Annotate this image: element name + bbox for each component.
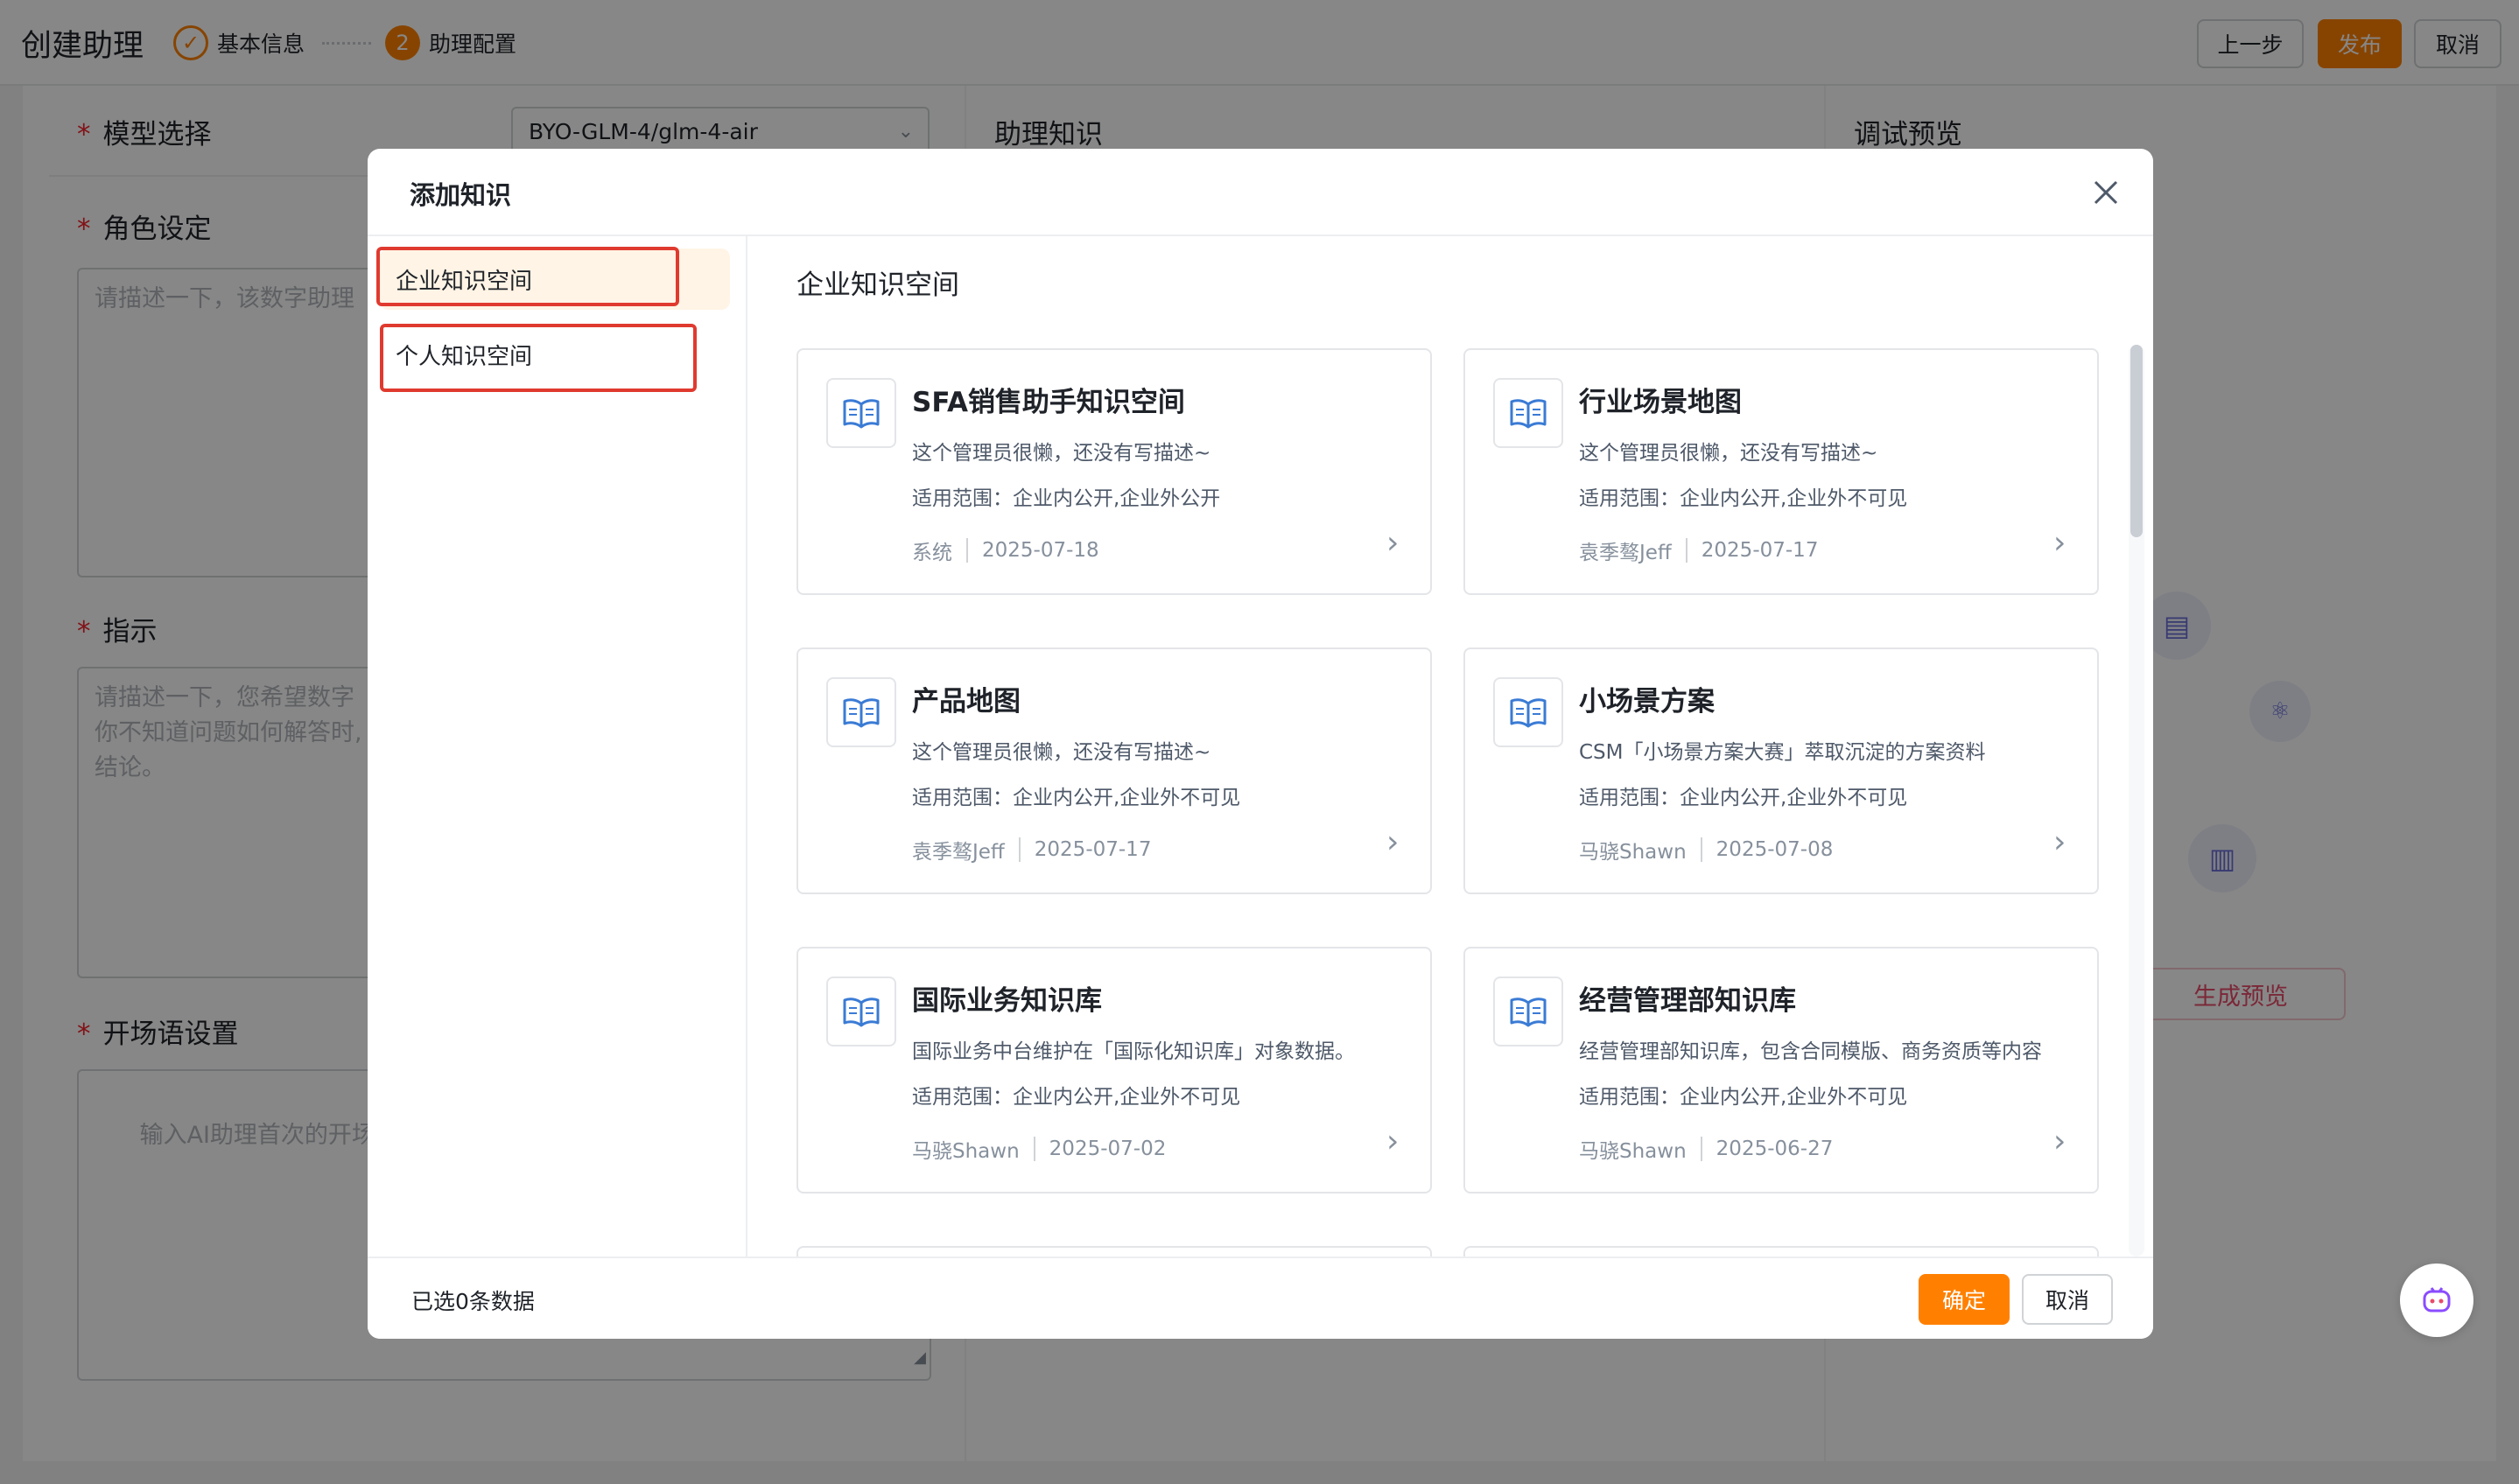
knowledge-card[interactable]: 国际业务知识库国际业务中台维护在「国际化知识库」对象数据。 适用范围：企业内公开,… [796, 947, 1432, 1194]
meta-divider [966, 538, 968, 563]
card-scope: 适用范围：企业内公开,企业外不可见 [1579, 487, 1908, 510]
meta-divider [1700, 837, 1702, 862]
card-description: 经营管理部知识库，包含合同模版、商务资质等内容 [1579, 1040, 2042, 1063]
card-title: 国际业务知识库 [912, 985, 1102, 1017]
card-description: 这个管理员很懒，还没有写描述~ [912, 442, 1211, 465]
book-icon [1493, 677, 1563, 747]
card-description: 国际业务中台维护在「国际化知识库」对象数据。 [912, 1040, 1355, 1063]
chevron-right-icon[interactable]: › [2053, 824, 2066, 860]
book-icon [1493, 976, 1563, 1046]
space-content: 企业知识空间 SFA销售助手知识空间这个管理员很懒，还没有写描述~ 适用范围：企业… [749, 236, 2153, 1256]
meta-divider [1700, 1137, 1702, 1161]
dialog-footer: 已选0条数据 确定 取消 [368, 1256, 2153, 1339]
space-sidebar: 企业知识空间 个人知识空间 [368, 236, 747, 1256]
add-knowledge-dialog: 添加知识 企业知识空间 个人知识空间 企业知识空间 SFA销售助手知识空间这个管… [368, 149, 2153, 1339]
card-description: 这个管理员很懒，还没有写描述~ [912, 741, 1211, 764]
dialog-cancel-button[interactable]: 取消 [2022, 1274, 2113, 1325]
meta-divider [1033, 1137, 1035, 1161]
chevron-right-icon[interactable]: › [1386, 1124, 1399, 1159]
card-author: 马骁Shawn [1579, 1140, 1687, 1163]
chevron-right-icon[interactable]: › [2053, 1124, 2066, 1159]
card-date: 2025-07-08 [1716, 838, 1834, 861]
dialog-title: 添加知识 [410, 180, 512, 210]
knowledge-card[interactable]: 行业场景地图 这个管理员很懒，还没有写描述~ 适用范围：企业内公开,企业外不可见 袁季… [1463, 348, 2099, 595]
card-scope: 适用范围：企业内公开,企业外公开 [912, 487, 1221, 510]
card-date: 2025-07-18 [982, 539, 1099, 562]
card-title: SFA销售助手知识空间 [912, 387, 1185, 418]
knowledge-card[interactable]: 产品地图 这个管理员很懒，还没有写描述~ 适用范围：企业内公开,企业外不可见 袁季骜J… [796, 648, 1432, 894]
card-title: 经营管理部知识库 [1579, 985, 1796, 1017]
robot-icon [2423, 1287, 2451, 1312]
scrollbar-thumb[interactable] [2130, 345, 2143, 537]
card-meta: 系统 2025-07-18 [912, 536, 1099, 565]
assistant-float-button[interactable] [2400, 1264, 2473, 1337]
card-title: 小场景方案 [1579, 686, 1715, 718]
book-icon [826, 976, 896, 1046]
card-meta: 马骁Shawn 2025-07-08 [1579, 835, 1833, 864]
card-description: CSM「小场景方案大赛」萃取沉淀的方案资料 [1579, 741, 1986, 764]
card-date: 2025-07-02 [1049, 1138, 1167, 1160]
card-date: 2025-07-17 [1701, 539, 1819, 562]
card-scope: 适用范围：企业内公开,企业外不可见 [912, 787, 1241, 809]
card-title: 行业场景地图 [1579, 387, 1742, 418]
card-meta: 马骁Shawn 2025-06-27 [1579, 1134, 1833, 1164]
card-date: 2025-07-17 [1034, 838, 1152, 861]
card-meta: 马骁Shawn 2025-07-02 [912, 1134, 1166, 1164]
knowledge-card[interactable]: 经营管理部知识库经营管理部知识库，包含合同模版、商务资质等内容 适用范围：企业内公… [1463, 947, 2099, 1194]
chevron-right-icon[interactable]: › [2053, 525, 2066, 561]
meta-divider [1685, 538, 1688, 563]
knowledge-card[interactable]: 「FS渠道伙伴」知识库 [1463, 1246, 2099, 1256]
card-author: 马骁Shawn [912, 1140, 1020, 1163]
knowledge-card[interactable]: SFA销售助手知识空间这个管理员很懒，还没有写描述~ 适用范围：企业内公开,企业外… [796, 348, 1432, 595]
card-meta: 袁季骜Jeff 2025-07-17 [912, 835, 1151, 864]
card-scope: 适用范围：企业内公开,企业外不可见 [1579, 1086, 1908, 1109]
card-scope: 适用范围：企业内公开,企业外不可见 [1579, 787, 1908, 809]
card-author: 袁季骜Jeff [912, 841, 1005, 864]
confirm-button[interactable]: 确定 [1919, 1274, 2010, 1325]
card-description: 这个管理员很懒，还没有写描述~ [1579, 442, 1878, 465]
dialog-header: 添加知识 [368, 149, 2153, 236]
card-title: 产品地图 [912, 686, 1021, 718]
chevron-right-icon[interactable]: › [1386, 525, 1399, 561]
close-icon[interactable] [2085, 172, 2127, 214]
card-meta: 袁季骜Jeff 2025-07-17 [1579, 536, 1818, 565]
meta-divider [1018, 837, 1021, 862]
card-date: 2025-06-27 [1716, 1138, 1834, 1160]
content-title: 企业知识空间 [796, 270, 959, 301]
book-icon [826, 378, 896, 448]
selected-count: 已选0条数据 [411, 1289, 535, 1314]
card-scope: 适用范围：企业内公开,企业外不可见 [912, 1086, 1241, 1109]
highlight-box [376, 247, 679, 306]
chevron-right-icon[interactable]: › [1386, 824, 1399, 860]
knowledge-card[interactable]: 小场景方案 CSM「小场景方案大赛」萃取沉淀的方案资料 适用范围：企业内公开,企业外… [1463, 648, 2099, 894]
card-author: 袁季骜Jeff [1579, 542, 1672, 564]
highlight-box [380, 324, 697, 392]
card-author: 马骁Shawn [1579, 841, 1687, 864]
book-icon [1493, 378, 1563, 448]
knowledge-card[interactable]: 企业知识中心（全量） [796, 1246, 1432, 1256]
book-icon [826, 677, 896, 747]
card-author: 系统 [912, 542, 952, 564]
